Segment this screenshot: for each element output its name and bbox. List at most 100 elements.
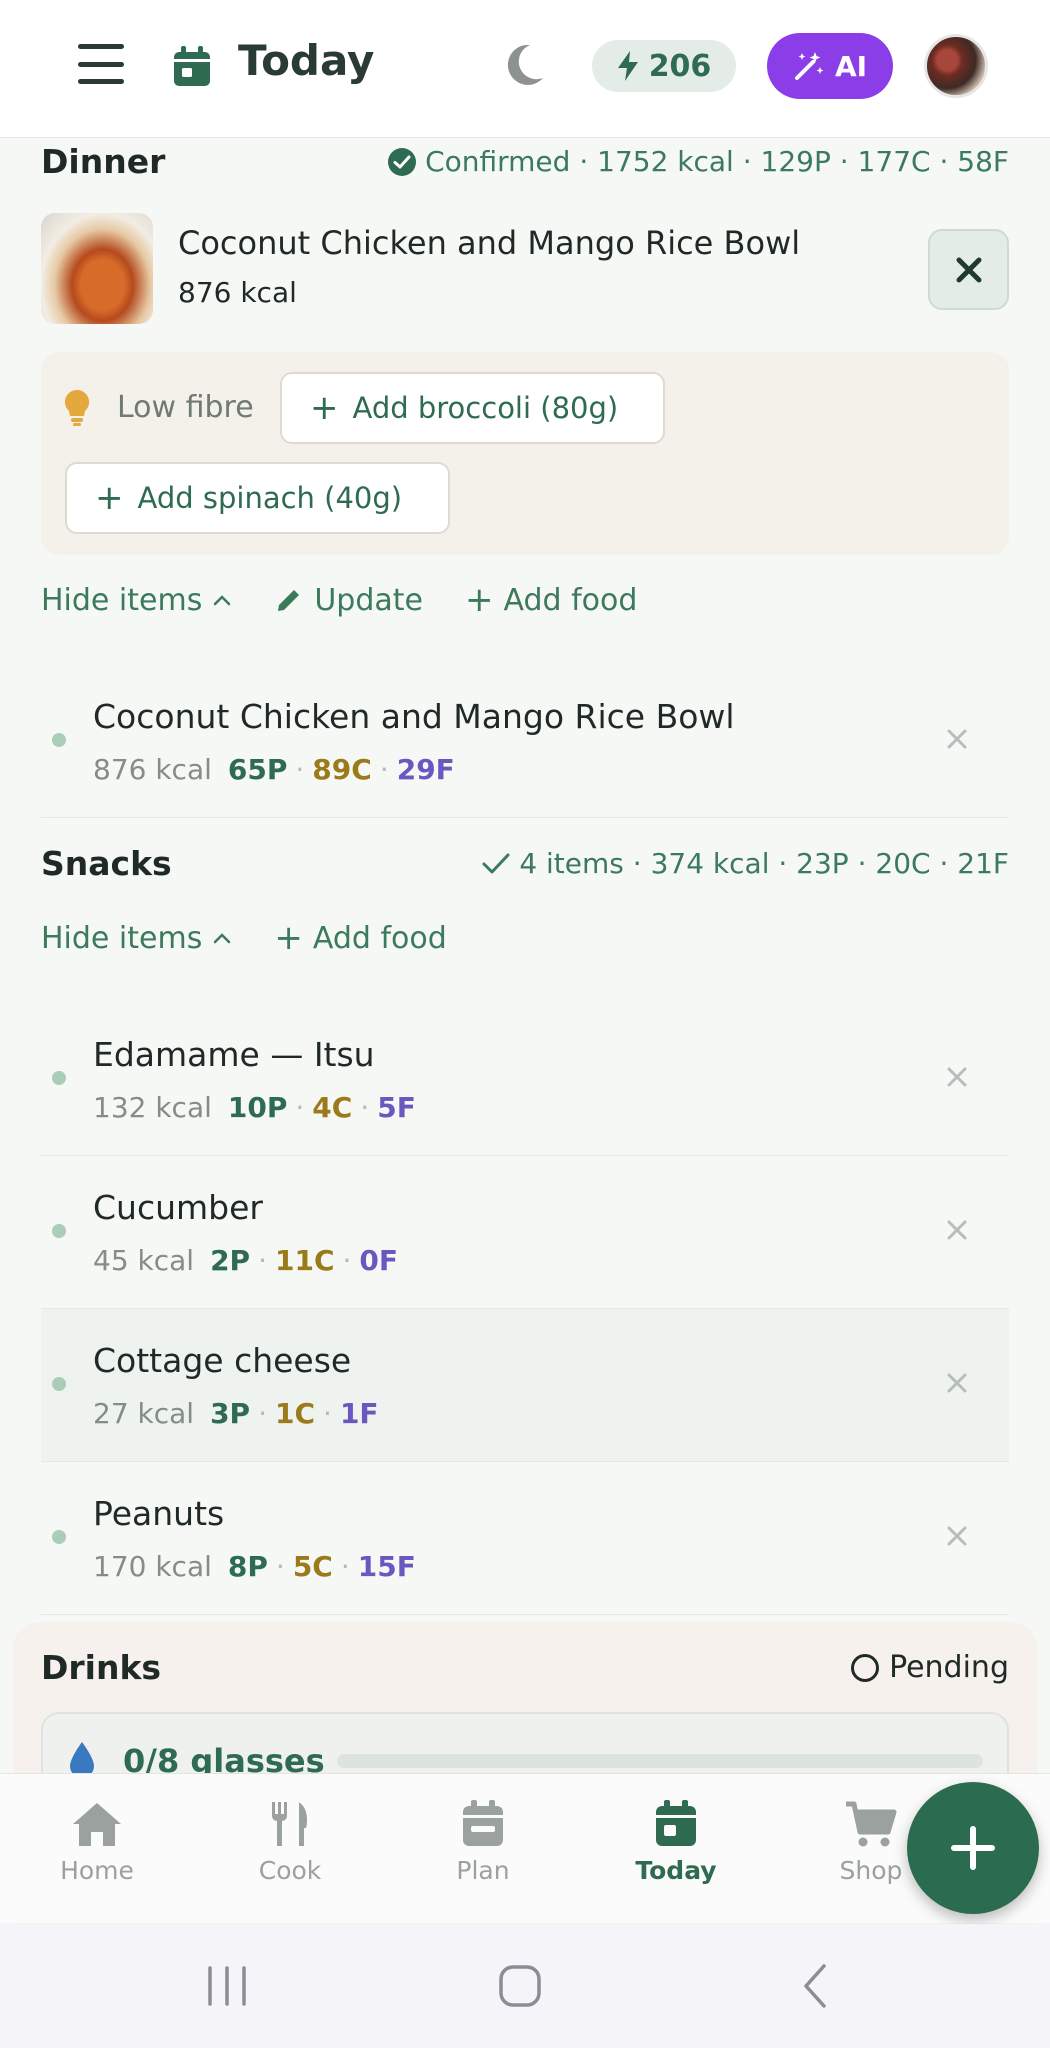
close-icon[interactable]: [941, 723, 973, 755]
add-fab-button[interactable]: [907, 1782, 1039, 1914]
fat-value: 29F: [396, 753, 455, 786]
carbs-value: 5C: [292, 1550, 333, 1583]
nav-plan[interactable]: Plan: [408, 1800, 558, 1885]
protein-value: 10P: [227, 1091, 288, 1124]
status-dot: [52, 1530, 66, 1544]
protein-value: 8P: [227, 1550, 268, 1583]
carbs-value: 1C: [275, 1397, 316, 1430]
remove-meal-button[interactable]: [928, 229, 1009, 310]
check-circle-icon: [388, 147, 417, 176]
energy-counter[interactable]: 206: [592, 40, 736, 92]
meal-name[interactable]: Coconut Chicken and Mango Rice Bowl: [178, 224, 800, 262]
moon-icon[interactable]: [502, 42, 546, 88]
food-name: Cucumber: [93, 1188, 263, 1227]
snacks-status: 4 items · 374 kcal · 23P · 20C · 21F: [481, 847, 1009, 880]
dinner-status: Confirmed · 1752 kcal · 129P · 177C · 58…: [387, 145, 1009, 178]
recent-apps-icon[interactable]: [206, 1960, 248, 2012]
food-kcal: 132 kcal: [93, 1091, 212, 1124]
close-icon[interactable]: [941, 1214, 973, 1246]
add-food-label: Add food: [503, 582, 638, 618]
status-dot: [52, 733, 66, 747]
food-kcal: 876 kcal: [93, 753, 212, 786]
nav-today[interactable]: Today: [601, 1800, 751, 1885]
dinner-status-text: Confirmed · 1752 kcal · 129P · 177C · 58…: [425, 145, 1009, 178]
food-kcal: 45 kcal: [93, 1244, 195, 1277]
dinner-actions: Hide items Update + Add food: [41, 580, 679, 620]
ai-label: AI: [834, 49, 868, 83]
chip-label: Add spinach (40g): [137, 481, 403, 515]
status-dot: [52, 1377, 66, 1391]
protein-value: 65P: [227, 753, 288, 786]
nav-label: Today: [635, 1856, 717, 1885]
check-icon: [482, 853, 510, 873]
drinks-title: Drinks: [41, 1648, 162, 1687]
energy-count: 206: [648, 48, 712, 84]
meal-photo[interactable]: [41, 213, 153, 324]
pencil-icon: [278, 590, 300, 611]
nav-label: Home: [60, 1856, 134, 1885]
hide-items-button[interactable]: Hide items: [41, 921, 232, 956]
food-row[interactable]: Peanuts 170 kcal 8P · 5C · 15F: [41, 1462, 1009, 1615]
top-bar: Today 206 AI: [0, 0, 1050, 138]
bottom-nav: Home Cook Plan Today Shop: [0, 1773, 1050, 1923]
food-macros: 45 kcal 2P · 11C · 0F: [93, 1244, 399, 1277]
drinks-status: Pending: [851, 1650, 1009, 1685]
nav-home[interactable]: Home: [22, 1800, 172, 1885]
avatar[interactable]: [924, 34, 988, 98]
nav-label: Plan: [456, 1856, 510, 1885]
close-icon[interactable]: [941, 1061, 973, 1093]
plus-icon: +: [465, 580, 494, 620]
pending-circle-icon: [851, 1653, 880, 1682]
food-row[interactable]: Cucumber 45 kcal 2P · 11C · 0F: [41, 1156, 1009, 1309]
food-macros: 876 kcal 65P · 89C · 29F: [93, 753, 455, 786]
dinner-title: Dinner: [41, 142, 166, 181]
home-button-icon[interactable]: [498, 1960, 542, 2012]
carbs-value: 11C: [275, 1244, 335, 1277]
back-icon[interactable]: [798, 1960, 832, 2012]
nav-cook[interactable]: Cook: [215, 1800, 365, 1885]
food-macros: 132 kcal 10P · 4C · 5F: [93, 1091, 416, 1124]
food-name: Coconut Chicken and Mango Rice Bowl: [93, 697, 735, 736]
food-row[interactable]: Cottage cheese 27 kcal 3P · 1C · 1F: [41, 1309, 1009, 1462]
plus-icon: +: [95, 478, 124, 518]
nav-label: Cook: [258, 1856, 322, 1885]
suggestion-label: Low fibre: [117, 390, 254, 425]
system-nav-bar: [0, 1924, 1050, 2048]
fat-value: 5F: [377, 1091, 416, 1124]
add-spinach-button[interactable]: + Add spinach (40g): [65, 462, 450, 534]
chevron-up-icon: [214, 933, 231, 944]
hide-items-label: Hide items: [41, 920, 203, 956]
water-progress-bar: [337, 1754, 983, 1768]
cart-icon: [846, 1801, 897, 1847]
update-label: Update: [314, 582, 423, 618]
ai-button[interactable]: AI: [767, 33, 893, 99]
add-food-button[interactable]: + Add food: [465, 580, 637, 620]
close-icon[interactable]: [941, 1367, 973, 1399]
menu-icon[interactable]: [78, 44, 124, 84]
food-row[interactable]: Edamame — Itsu 132 kcal 10P · 4C · 5F: [41, 1003, 1009, 1156]
add-food-button[interactable]: + Add food: [274, 918, 446, 958]
fat-value: 0F: [359, 1244, 399, 1277]
food-row[interactable]: Coconut Chicken and Mango Rice Bowl 876 …: [41, 665, 1009, 818]
home-icon: [73, 1803, 121, 1846]
close-icon[interactable]: [941, 1520, 973, 1552]
drinks-status-text: Pending: [889, 1650, 1009, 1685]
chevron-up-icon: [214, 595, 231, 606]
fat-value: 1F: [339, 1397, 379, 1430]
nav-label: Shop: [839, 1856, 903, 1885]
snacks-header: Snacks 4 items · 374 kcal · 23P · 20C · …: [41, 844, 1009, 883]
food-macros: 170 kcal 8P · 5C · 15F: [93, 1550, 416, 1583]
update-button[interactable]: Update: [274, 583, 423, 618]
hide-items-button[interactable]: Hide items: [41, 583, 232, 618]
food-name: Edamame — Itsu: [93, 1035, 375, 1074]
status-dot: [52, 1071, 66, 1085]
dinner-header: Dinner Confirmed · 1752 kcal · 129P · 17…: [41, 142, 1009, 181]
food-name: Peanuts: [93, 1494, 225, 1533]
food-kcal: 170 kcal: [93, 1550, 212, 1583]
add-broccoli-button[interactable]: + Add broccoli (80g): [280, 372, 665, 444]
calendar-icon: [463, 1800, 503, 1846]
close-icon: [956, 257, 981, 282]
bolt-icon: [617, 51, 638, 81]
status-dot: [52, 1224, 66, 1238]
snacks-title: Snacks: [41, 844, 172, 883]
